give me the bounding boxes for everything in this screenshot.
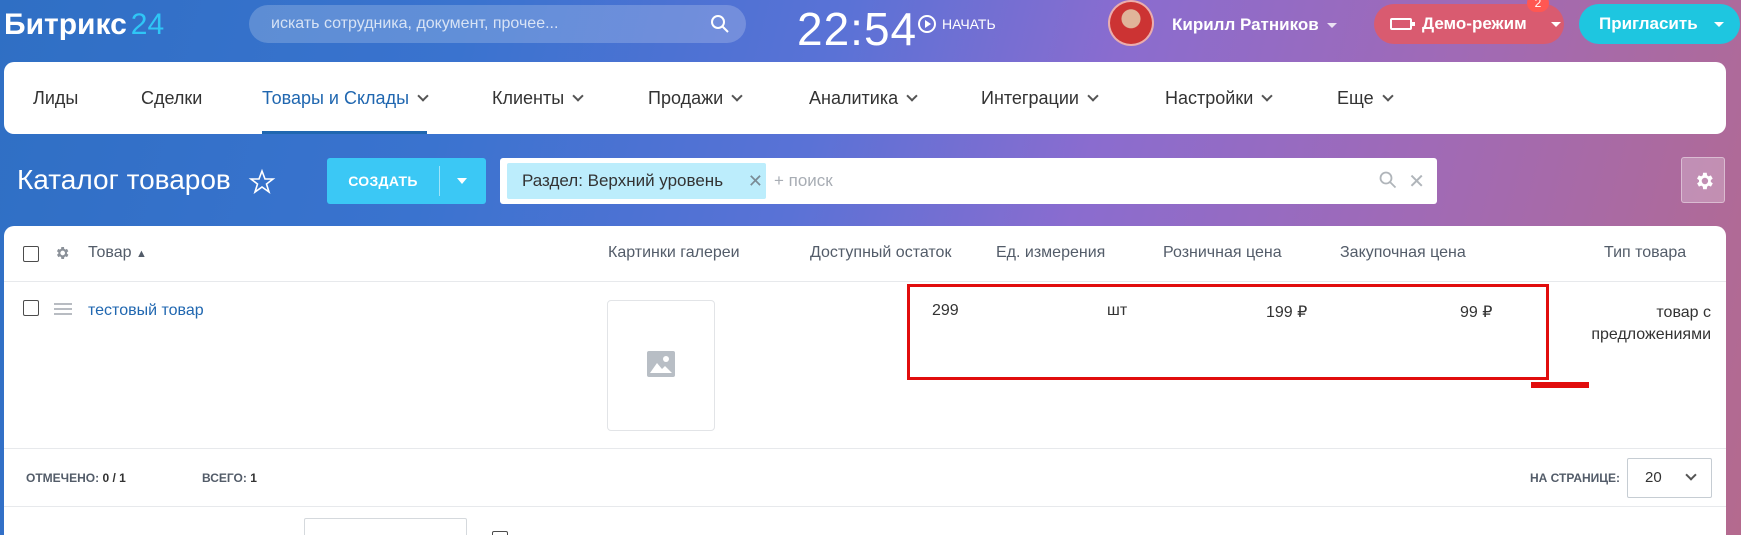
chevron-down-icon	[1087, 90, 1099, 102]
nav-label: Аналитика	[809, 88, 899, 108]
gallery-thumbnail[interactable]	[607, 300, 715, 431]
nav-item-sales[interactable]: Продажи	[648, 62, 743, 134]
caret-down-icon	[1326, 23, 1337, 29]
search-input[interactable]	[271, 5, 691, 43]
settings-button[interactable]	[1681, 157, 1725, 203]
chevron-down-icon	[906, 90, 918, 102]
chevron-down-icon	[1261, 90, 1273, 102]
nav-label: Интеграции	[981, 88, 1079, 108]
image-placeholder-icon	[647, 351, 675, 377]
checked-count: ОТМЕЧЕНО: 0 / 1	[26, 471, 126, 485]
row-checkbox[interactable]	[23, 300, 39, 316]
chevron-down-icon	[1381, 90, 1394, 102]
row-menu-icon[interactable]	[54, 301, 72, 315]
product-type-line: товар с	[1656, 304, 1711, 321]
apply-all-checkbox[interactable]	[492, 531, 508, 535]
column-settings-gear-icon[interactable]	[54, 245, 70, 261]
chevron-down-icon	[572, 90, 584, 102]
nav-item-products-warehouses[interactable]: Товары и Склады	[262, 62, 429, 134]
nav-label: Товары и Склады	[262, 88, 410, 108]
avatar[interactable]	[1108, 0, 1154, 46]
caret-down-icon	[1550, 21, 1561, 27]
search-icon[interactable]	[710, 14, 730, 34]
nav-item-clients[interactable]: Клиенты	[492, 62, 584, 134]
global-search	[249, 5, 746, 43]
product-name-link[interactable]: тестовый товар	[88, 302, 204, 320]
highlight-marker	[1531, 382, 1589, 388]
demo-label: Демо-режим	[1422, 14, 1527, 33]
nav-item-leads[interactable]: Лиды	[33, 62, 78, 134]
nav-label: Сделки	[141, 88, 203, 108]
action-select[interactable]	[304, 518, 467, 535]
per-page-label: НА СТРАНИЦЕ:	[1530, 471, 1621, 485]
divider	[439, 166, 440, 196]
divider	[4, 281, 1726, 282]
logo-number: 24	[130, 8, 165, 41]
per-page-select[interactable]: 20	[1627, 458, 1712, 498]
invite-button[interactable]: Пригласить	[1579, 4, 1740, 44]
nav-item-analytics[interactable]: Аналитика	[809, 62, 918, 134]
crm-nav-panel: Лиды Сделки Товары и Склады Клиенты Прод…	[4, 62, 1726, 134]
per-page-value: 20	[1645, 469, 1662, 486]
cell-product-type: товар с предложениями	[1569, 302, 1711, 346]
column-label: Товар	[88, 244, 132, 261]
product-type-line: предложениями	[1591, 326, 1711, 343]
nav-label: Лиды	[33, 88, 79, 108]
create-button[interactable]: СОЗДАТЬ	[327, 158, 486, 204]
filter-search-input[interactable]: + поиск	[774, 158, 833, 204]
select-all-checkbox[interactable]	[23, 246, 39, 262]
gear-icon	[1697, 172, 1713, 190]
column-header-product-type[interactable]: Тип товара	[1604, 244, 1686, 262]
column-header-unit[interactable]: Ед. измерения	[996, 244, 1105, 262]
filter-chip[interactable]: Раздел: Верхний уровень ✕	[507, 163, 766, 199]
nav-item-more[interactable]: Еще	[1337, 62, 1394, 134]
user-menu[interactable]: Кирилл Ратников	[1172, 15, 1337, 35]
filter-chip-label: Раздел: Верхний уровень	[522, 171, 724, 190]
total-count: ВСЕГО: 1	[202, 471, 257, 485]
column-header-gallery[interactable]: Картинки галереи	[608, 244, 740, 262]
nav-label: Продажи	[648, 88, 724, 108]
start-label: НАЧАТЬ	[942, 16, 996, 32]
column-header-retail-price[interactable]: Розничная цена	[1163, 244, 1282, 262]
play-icon	[918, 15, 936, 33]
product-grid: Товар ▲ Картинки галереи Доступный остат…	[4, 226, 1726, 535]
logo[interactable]: Битрикс 24	[4, 8, 164, 42]
nav-item-settings[interactable]: Настройки	[1165, 62, 1273, 134]
remove-filter-icon[interactable]: ✕	[748, 163, 763, 199]
invite-label: Пригласить	[1599, 14, 1698, 33]
top-bar: Битрикс24 22:54 НАЧАТЬ Кирилл Ратников Д…	[0, 0, 1741, 62]
clock: 22:54	[797, 3, 918, 55]
divider	[4, 448, 1726, 449]
checked-value: 0 / 1	[102, 471, 126, 485]
user-name: Кирилл Ратников	[1172, 15, 1319, 34]
highlight-box	[907, 284, 1549, 380]
chevron-down-icon	[417, 90, 429, 102]
create-label: СОЗДАТЬ	[348, 173, 418, 189]
clear-search-icon[interactable]: ✕	[1408, 169, 1425, 194]
page-title: Каталог товаров	[17, 164, 231, 195]
total-label: ВСЕГО:	[202, 471, 247, 485]
divider	[4, 506, 1726, 507]
column-header-product[interactable]: Товар ▲	[88, 244, 147, 262]
chevron-down-icon	[1685, 469, 1697, 481]
caret-down-icon[interactable]	[457, 178, 467, 184]
nav-label: Клиенты	[492, 88, 565, 108]
nav-item-integrations[interactable]: Интеграции	[981, 62, 1099, 134]
caret-down-icon	[1713, 21, 1724, 27]
nav-label: Настройки	[1165, 88, 1254, 108]
nav-label: Еще	[1337, 88, 1374, 108]
logo-text: Битрикс	[4, 8, 127, 41]
start-workday-button[interactable]: НАЧАТЬ	[918, 15, 996, 33]
total-value: 1	[250, 471, 257, 485]
favorite-star-icon[interactable]	[248, 168, 276, 196]
column-header-available-stock[interactable]: Доступный остаток	[810, 244, 951, 262]
nav-item-deals[interactable]: Сделки	[141, 62, 202, 134]
column-header-purchase-price[interactable]: Закупочная цена	[1340, 244, 1466, 262]
checked-label: ОТМЕЧЕНО:	[26, 471, 100, 485]
battery-icon	[1390, 18, 1415, 30]
sort-asc-icon: ▲	[136, 248, 147, 260]
chevron-down-icon	[731, 90, 743, 102]
filter-search-bar[interactable]: Раздел: Верхний уровень ✕ + поиск ✕	[500, 158, 1437, 204]
search-icon[interactable]	[1379, 171, 1397, 189]
